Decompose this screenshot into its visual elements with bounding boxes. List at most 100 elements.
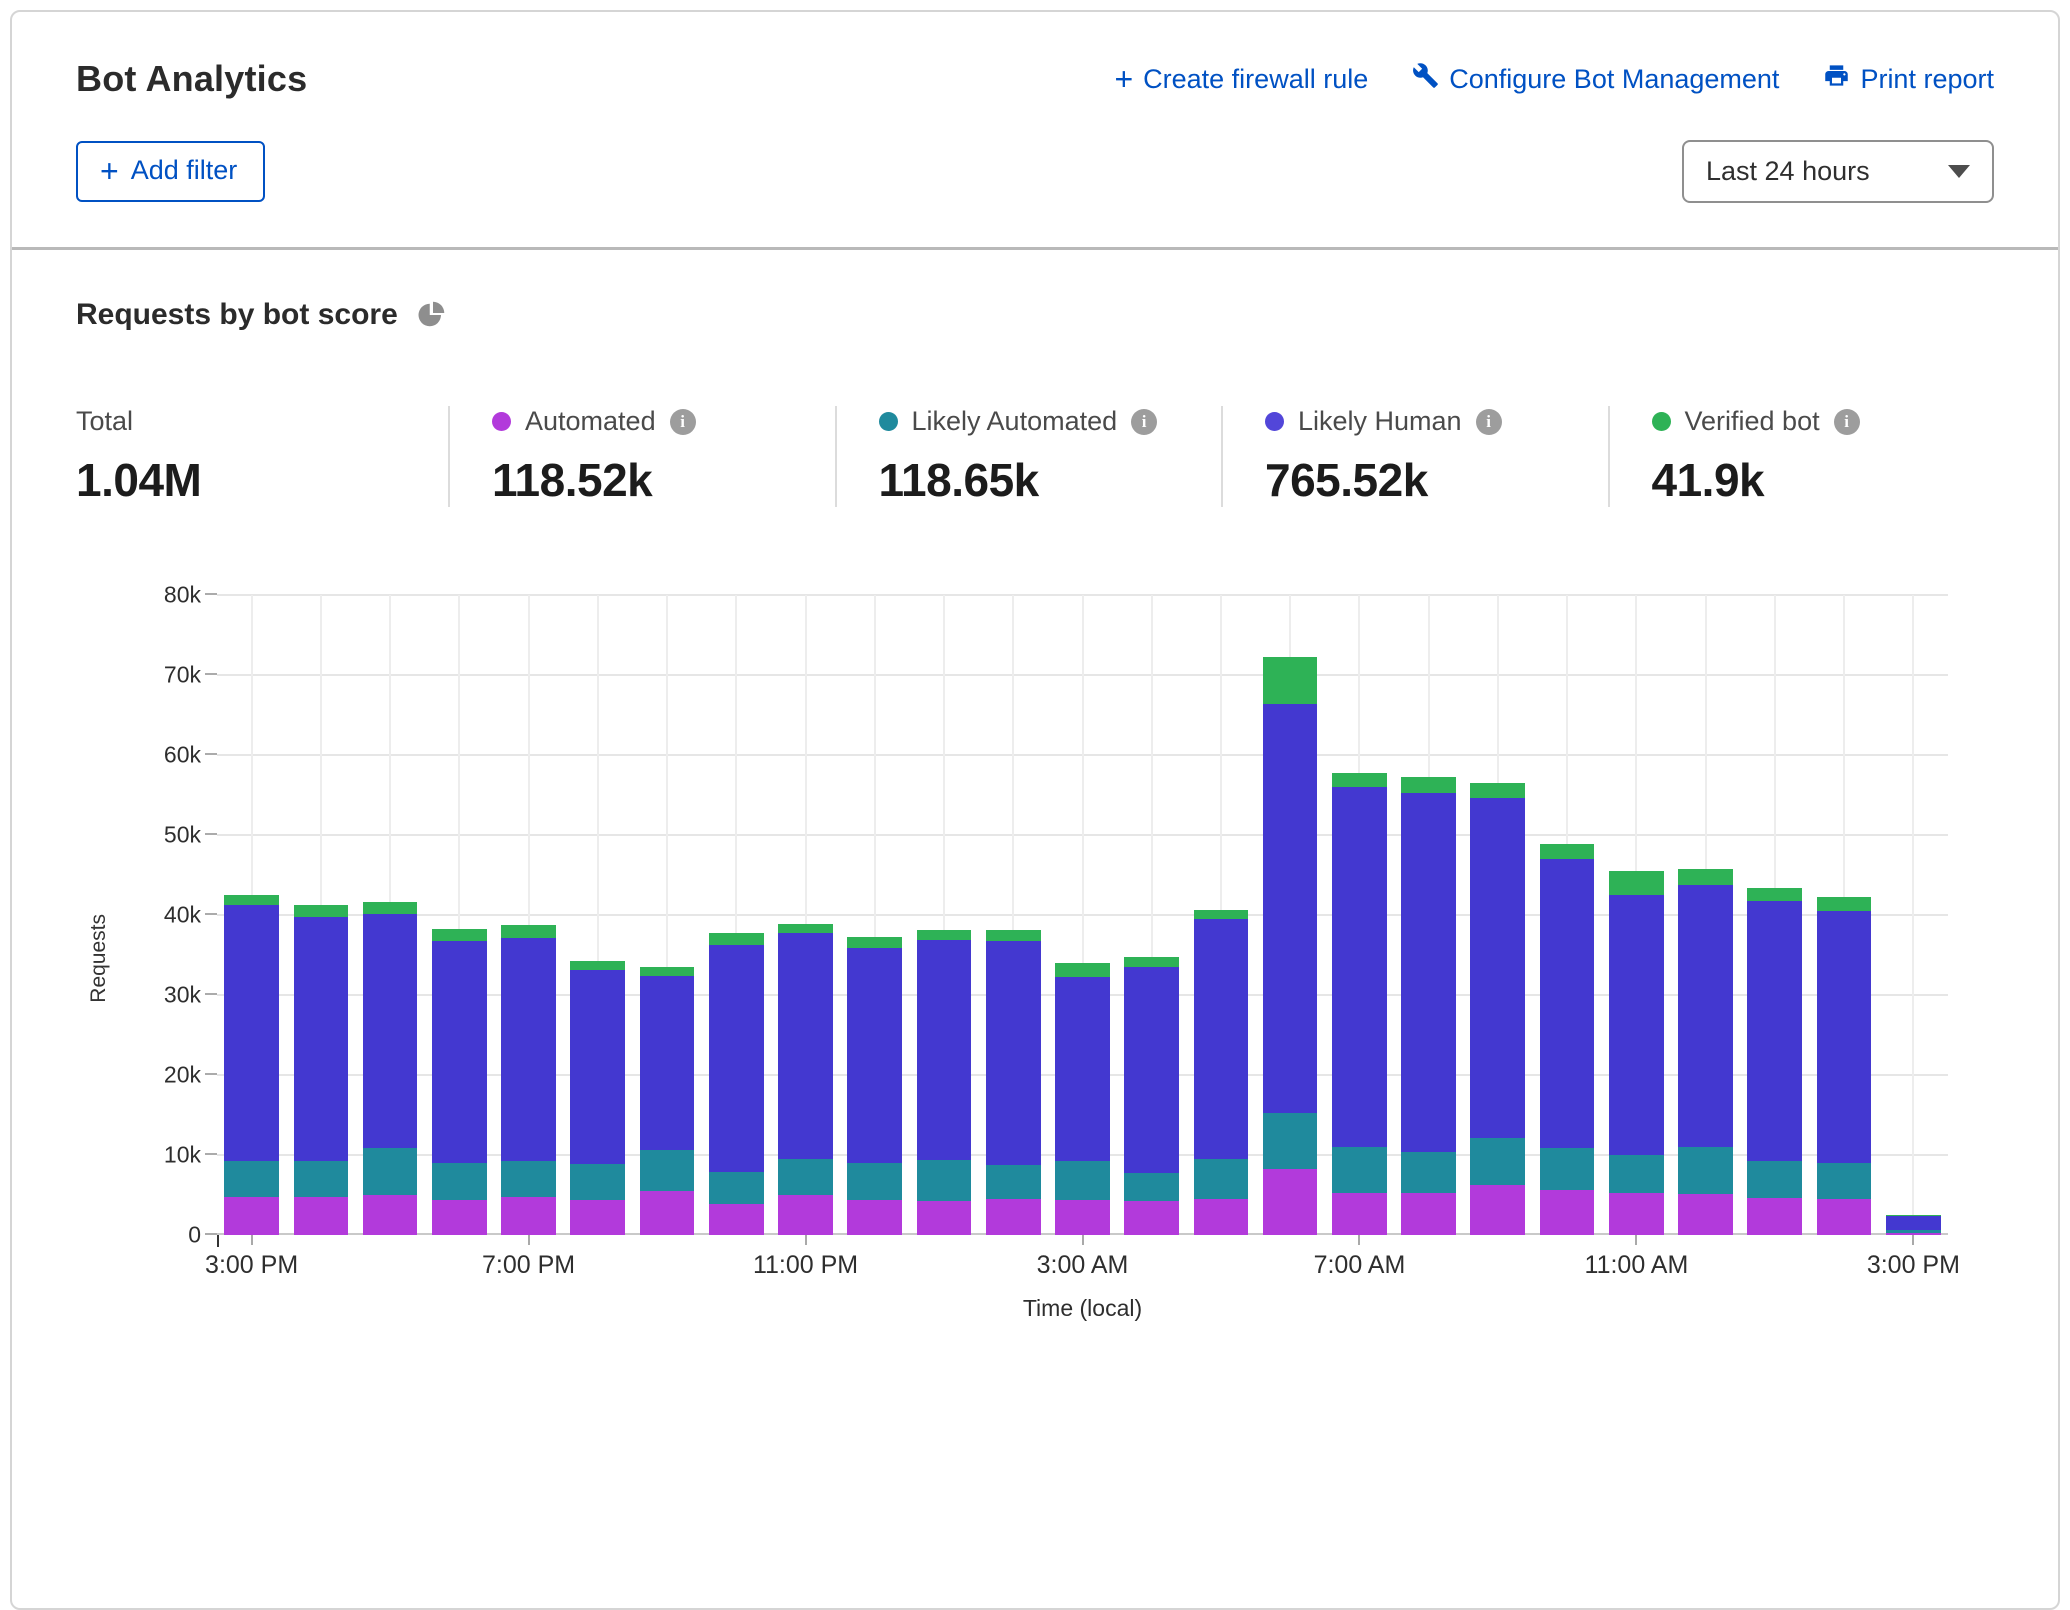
requests-bar-chart: Requests 010k20k30k40k50k60k70k80k 3:00 … — [76, 595, 1994, 1322]
bar-column — [979, 595, 1048, 1235]
info-icon[interactable]: i — [670, 409, 696, 435]
stacked-bar — [709, 933, 764, 1235]
bar-segment-verified-bot — [1470, 783, 1525, 798]
x-axis-tick-mark — [1082, 1235, 1084, 1245]
bar-segment-automated — [709, 1204, 764, 1235]
bar-segment-automated — [1124, 1201, 1179, 1235]
bar-segment-likely-automated — [1747, 1161, 1802, 1199]
bar-segment-verified-bot — [1678, 869, 1733, 884]
configure-bot-management-link[interactable]: Configure Bot Management — [1412, 62, 1779, 96]
bar-segment-likely-automated — [1263, 1113, 1318, 1169]
bar-column — [702, 595, 771, 1235]
x-tick-label: 3:00 PM — [1867, 1251, 1960, 1280]
bar-segment-likely-human — [847, 948, 902, 1163]
requests-section: Requests by bot score Total 1.04M Automa… — [12, 250, 2058, 1322]
bar-segment-likely-automated — [778, 1159, 833, 1195]
bar-segment-likely-human — [709, 945, 764, 1171]
x-axis-tick-labels: 3:00 PM7:00 PM11:00 PM3:00 AM7:00 AM11:0… — [217, 1251, 1948, 1285]
bar-column — [494, 595, 563, 1235]
bar-segment-likely-human — [917, 940, 972, 1160]
y-axis-tick-mark — [205, 1233, 217, 1235]
stacked-bar — [1124, 957, 1179, 1235]
create-firewall-rule-link[interactable]: + Create firewall rule — [1114, 64, 1368, 95]
y-axis-tick-mark — [205, 753, 217, 755]
bar-column — [563, 595, 632, 1235]
bar-segment-automated — [847, 1200, 902, 1235]
bar-segment-likely-automated — [1194, 1159, 1249, 1199]
stacked-bar — [1194, 910, 1249, 1235]
bar-segment-likely-automated — [986, 1165, 1041, 1199]
x-tick-label: 3:00 PM — [205, 1251, 298, 1280]
y-axis-tick-mark — [205, 673, 217, 675]
stat-value: 1.04M — [76, 453, 448, 507]
x-tick-label: 3:00 AM — [1037, 1251, 1129, 1280]
bar-column — [632, 595, 701, 1235]
bar-segment-verified-bot — [917, 930, 972, 940]
add-filter-button[interactable]: + Add filter — [76, 141, 265, 202]
bar-segment-likely-human — [363, 914, 418, 1148]
bar-segment-automated — [986, 1199, 1041, 1235]
bar-segment-verified-bot — [1055, 963, 1110, 977]
info-icon[interactable]: i — [1131, 409, 1157, 435]
bar-column — [840, 595, 909, 1235]
stacked-bar — [570, 961, 625, 1235]
bar-segment-automated — [294, 1197, 349, 1235]
stat-value: 765.52k — [1265, 453, 1608, 507]
bar-segment-automated — [1540, 1190, 1595, 1235]
bar-segment-likely-human — [224, 905, 279, 1161]
bar-segment-likely-automated — [363, 1148, 418, 1195]
stat-label: Verified bot — [1685, 406, 1820, 437]
bar-segment-likely-human — [1470, 798, 1525, 1138]
bar-column — [355, 595, 424, 1235]
stacked-bar — [363, 902, 418, 1235]
stat-value: 118.52k — [492, 453, 835, 507]
stat-label: Automated — [525, 406, 656, 437]
stacked-bar — [1470, 783, 1525, 1235]
bar-segment-likely-automated — [847, 1163, 902, 1200]
stacked-bar — [1055, 963, 1110, 1235]
plus-icon: + — [1114, 69, 1133, 89]
stacked-bar — [1747, 888, 1802, 1235]
info-icon[interactable]: i — [1834, 409, 1860, 435]
bar-segment-likely-automated — [1817, 1163, 1872, 1199]
stacked-bar — [1540, 844, 1595, 1235]
stat-likely-human: Likely Human i 765.52k — [1221, 406, 1608, 507]
bar-segment-likely-automated — [294, 1161, 349, 1198]
bar-segment-verified-bot — [847, 937, 902, 947]
bar-segment-likely-human — [1678, 885, 1733, 1147]
bar-segment-verified-bot — [1540, 844, 1595, 859]
bar-segment-verified-bot — [294, 905, 349, 916]
bar-segment-likely-human — [1886, 1216, 1941, 1230]
print-report-link[interactable]: Print report — [1823, 62, 1994, 96]
time-range-dropdown[interactable]: Last 24 hours — [1682, 140, 1994, 203]
bar-segment-verified-bot — [778, 924, 833, 934]
bar-segment-likely-human — [1401, 793, 1456, 1152]
y-tick-label: 30k — [164, 982, 201, 1009]
x-axis-tick-mark — [528, 1235, 530, 1245]
wrench-icon — [1412, 62, 1439, 96]
chevron-down-icon — [1948, 165, 1970, 178]
y-axis-tick-mark — [205, 593, 217, 595]
bar-segment-automated — [1401, 1193, 1456, 1235]
stat-label: Likely Human — [1298, 406, 1462, 437]
time-range-value: Last 24 hours — [1706, 156, 1870, 187]
bar-segment-automated — [363, 1195, 418, 1235]
x-axis-tick-mark — [1912, 1235, 1914, 1245]
stacked-bar — [1332, 773, 1387, 1235]
bar-segment-automated — [1609, 1193, 1664, 1235]
bar-segment-verified-bot — [1817, 897, 1872, 911]
likely-automated-legend-dot — [879, 412, 898, 431]
bar-segment-likely-human — [1540, 859, 1595, 1148]
verified-bot-legend-dot — [1652, 412, 1671, 431]
stacked-bar — [1817, 897, 1872, 1235]
bar-segment-automated — [1886, 1233, 1941, 1235]
stat-value: 41.9k — [1652, 453, 1995, 507]
info-icon[interactable]: i — [1476, 409, 1502, 435]
bar-segment-automated — [1817, 1199, 1872, 1235]
stacked-bar — [1678, 869, 1733, 1235]
stat-label: Likely Automated — [912, 406, 1118, 437]
bar-segment-verified-bot — [501, 925, 556, 938]
y-tick-label: 70k — [164, 662, 201, 689]
bar-segment-verified-bot — [432, 929, 487, 941]
bar-segment-likely-human — [1055, 977, 1110, 1161]
